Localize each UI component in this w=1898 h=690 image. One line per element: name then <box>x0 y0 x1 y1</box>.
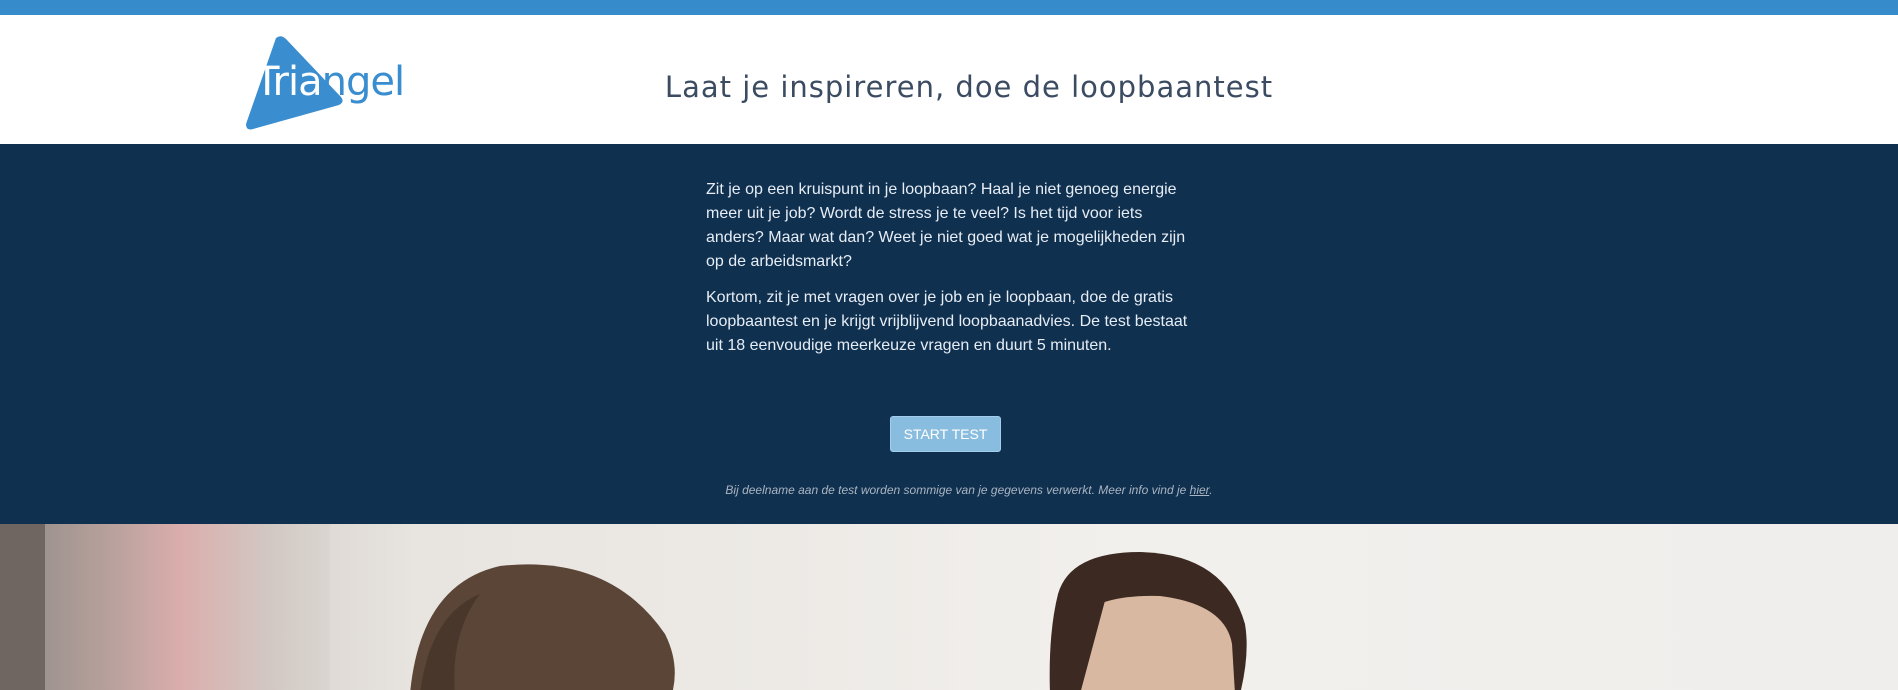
page-title: Laat je inspireren, doe de loopbaantest <box>664 70 1274 104</box>
intro-paragraph-2: Kortom, zit je met vragen over je job en… <box>706 289 1188 354</box>
privacy-disclaimer: Bij deelname aan de test worden sommige … <box>0 483 1898 497</box>
disclaimer-end: . <box>1209 483 1213 497</box>
top-accent-bar <box>0 0 1898 15</box>
start-test-button[interactable]: START TEST <box>890 416 1001 452</box>
intro-section: Zit je op een kruispunt in je loopbaan? … <box>0 144 1898 524</box>
hero-photo <box>0 524 1898 690</box>
disclaimer-text: Bij deelname aan de test worden sommige … <box>725 483 1190 497</box>
intro-text: Zit je op een kruispunt in je loopbaan? … <box>706 178 1191 370</box>
photo-people-illustration <box>410 552 1247 690</box>
intro-paragraph-1: Zit je op een kruispunt in je loopbaan? … <box>706 181 1186 270</box>
privacy-info-link[interactable]: hier <box>1190 483 1210 497</box>
header: Triangel Laat je inspireren, doe de loop… <box>0 15 1898 144</box>
